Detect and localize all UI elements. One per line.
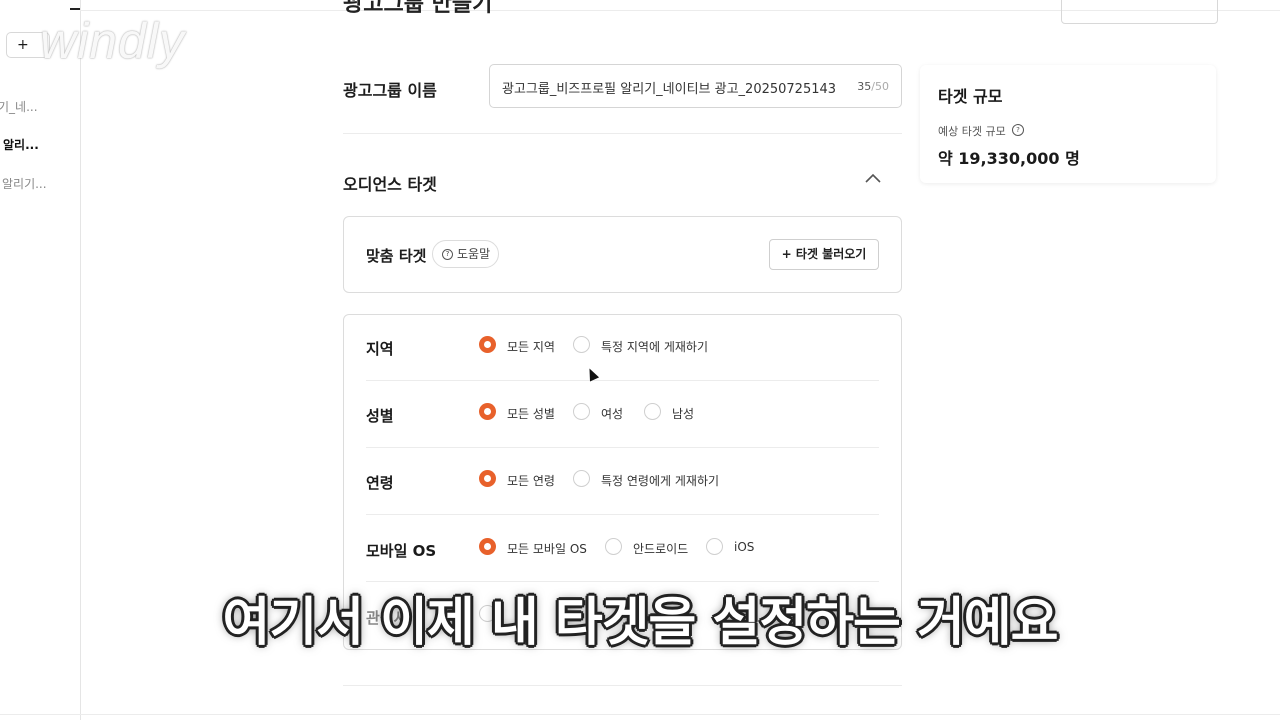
sidebar-item-active[interactable]: 알리... [3, 136, 39, 153]
radio-gender-male[interactable] [644, 403, 661, 420]
row-divider [366, 447, 879, 448]
section-divider [343, 685, 902, 686]
option-label: 모든 모바일 OS [507, 542, 587, 556]
option-label: iOS [734, 540, 755, 554]
gender-label: 성별 [366, 407, 394, 425]
option-label: 모든 지역 [507, 340, 555, 354]
row-divider [366, 380, 879, 381]
bottom-divider [0, 714, 1280, 715]
target-size-subtitle: 예상 타겟 규모 [938, 125, 1006, 138]
adgroup-name-label: 광고그룹 이름 [343, 81, 437, 100]
option-label: 모든 성별 [507, 407, 555, 421]
question-icon[interactable]: ? [1012, 124, 1024, 136]
region-label: 지역 [366, 340, 394, 358]
radio-os-ios[interactable] [706, 538, 723, 555]
row-divider [366, 514, 879, 515]
option-label: 특정 연령에게 게재하기 [601, 474, 720, 488]
video-subtitle: 여기서 이제 내 타겟을 설정하는 거예요 [222, 593, 1059, 653]
page-title: 광고그룹 만들기 [343, 0, 493, 17]
radio-age-all[interactable] [479, 470, 496, 487]
adgroup-name-input[interactable]: 광고그룹_비즈프로필 알리기_네이티브 광고_20250725143 35/50 [489, 64, 902, 108]
help-button[interactable]: ? 도움말 [432, 240, 499, 268]
help-label: 도움말 [457, 247, 491, 261]
radio-gender-all[interactable] [479, 403, 496, 420]
watermark-logo: windly [40, 13, 185, 69]
radio-age-specific[interactable] [573, 470, 590, 487]
target-size-value: 약 19,330,000 명 [938, 149, 1080, 168]
radio-gender-female[interactable] [573, 403, 590, 420]
target-size-card: 타겟 규모 예상 타겟 규모 ? 약 19,330,000 명 [920, 65, 1216, 183]
adgroup-name-value: 광고그룹_비즈프로필 알리기_네이티브 광고_20250725143 [502, 82, 837, 97]
sidebar-item[interactable]: 기_네... [0, 98, 38, 115]
option-label: 특정 지역에 게재하기 [601, 340, 708, 354]
sidebar-item[interactable]: 알리기... [2, 175, 47, 192]
option-label: 여성 [601, 407, 624, 421]
option-label: 안드로이드 [633, 542, 689, 556]
radio-region-all[interactable] [479, 336, 496, 353]
custom-target-label: 맞춤 타겟 [366, 247, 427, 265]
char-max: /50 [871, 80, 889, 93]
chevron-up-icon[interactable] [864, 172, 882, 184]
mobile-os-label: 모바일 OS [366, 542, 437, 560]
target-size-title: 타겟 규모 [938, 87, 1003, 106]
option-label: 모든 연령 [507, 474, 555, 488]
radio-os-all[interactable] [479, 538, 496, 555]
char-counter: 35/50 [857, 80, 889, 93]
char-count: 35 [857, 80, 872, 93]
top-right-button[interactable] [1061, 0, 1218, 24]
load-target-button[interactable]: + 타겟 불러오기 [769, 239, 879, 270]
radio-os-android[interactable] [605, 538, 622, 555]
option-label: 남성 [672, 407, 695, 421]
radio-region-specific[interactable] [573, 336, 590, 353]
audience-section-title: 오디언스 타겟 [343, 175, 437, 194]
question-icon: ? [442, 249, 453, 260]
section-divider [343, 133, 902, 134]
age-label: 연령 [366, 474, 394, 492]
